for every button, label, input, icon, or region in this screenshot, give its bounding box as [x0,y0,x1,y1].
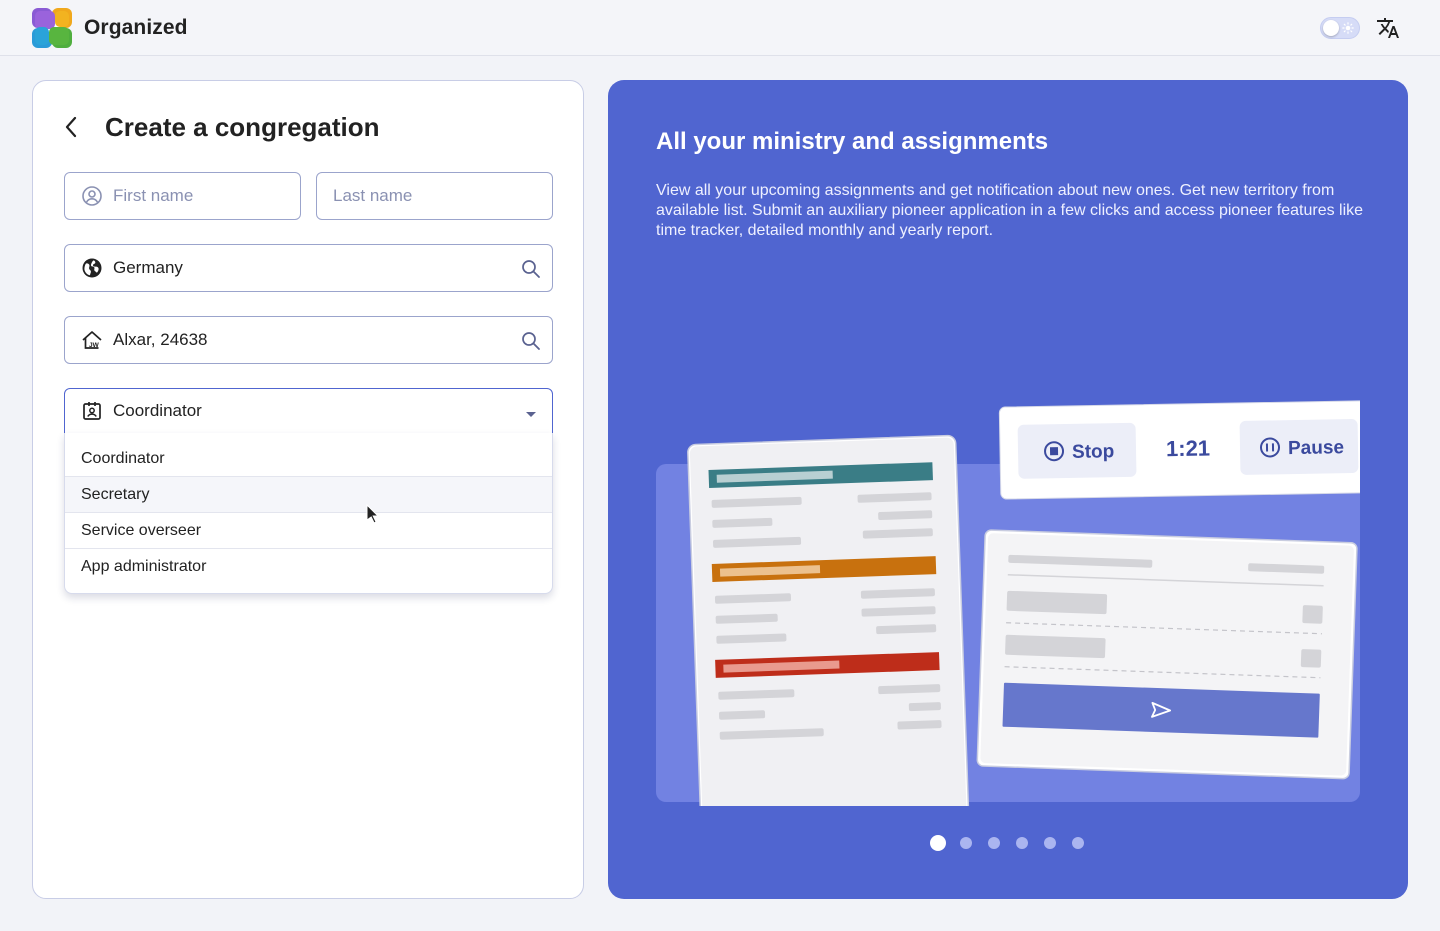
id-badge-icon [81,400,103,422]
role-option-service-overseer[interactable]: Service overseer [65,513,552,549]
globe-icon [81,257,103,279]
role-option-coordinator[interactable]: Coordinator [65,433,552,477]
app-header: Organized [0,0,1440,56]
country-value: Germany [113,258,183,277]
role-value: Coordinator [113,401,202,420]
kingdom-hall-icon: JW [81,329,103,351]
caret-down-icon [526,412,536,417]
carousel-dot[interactable] [930,835,946,851]
search-icon[interactable] [520,258,542,280]
role-select[interactable]: Coordinator [64,388,553,434]
theme-toggle[interactable] [1320,17,1360,39]
timer-pause-label: Pause [1288,437,1344,459]
carousel-description: View all your upcoming assignments and g… [656,182,1364,239]
last-name-placeholder: Last name [333,186,413,205]
congregation-field[interactable]: JW Alxar, 24638 [64,316,553,364]
carousel-title: All your ministry and assignments [656,128,1049,155]
carousel-dot[interactable] [1072,837,1084,849]
user-circle-icon [81,185,103,207]
role-dropdown-menu: Coordinator Secretary Service overseer A… [64,433,553,594]
congregation-value: Alxar, 24638 [113,330,208,349]
translate-icon[interactable] [1376,16,1400,40]
country-field[interactable]: Germany [64,244,553,292]
feature-carousel-panel: All your ministry and assignments View a… [608,80,1408,899]
carousel-dot[interactable] [1016,837,1028,849]
role-option-secretary[interactable]: Secretary [65,477,552,513]
back-button[interactable] [57,111,85,143]
first-name-field[interactable]: First name [64,172,301,220]
carousel-pagination [930,835,1100,851]
search-icon[interactable] [520,330,542,352]
role-option-app-administrator[interactable]: App administrator [65,549,552,593]
carousel-dot[interactable] [960,837,972,849]
first-name-placeholder: First name [113,186,194,205]
theme-toggle-knob [1323,20,1339,36]
app-title: Organized [84,16,188,39]
timer-time: 1:21 [1166,435,1210,461]
last-name-field[interactable]: Last name [316,172,553,220]
sun-icon [1342,22,1354,34]
create-congregation-card: Create a congregation First name Last na… [32,80,584,899]
ministry-illustration: Stop 1:21 Pause [656,400,1360,806]
mouse-cursor-icon [366,504,380,524]
chevron-left-icon [65,116,77,138]
carousel-dot[interactable] [988,837,1000,849]
timer-stop-label: Stop [1072,441,1115,463]
organized-logo-icon [32,8,72,48]
svg-text:JW: JW [89,342,100,349]
page-title: Create a congregation [105,112,380,142]
carousel-dot[interactable] [1044,837,1056,849]
